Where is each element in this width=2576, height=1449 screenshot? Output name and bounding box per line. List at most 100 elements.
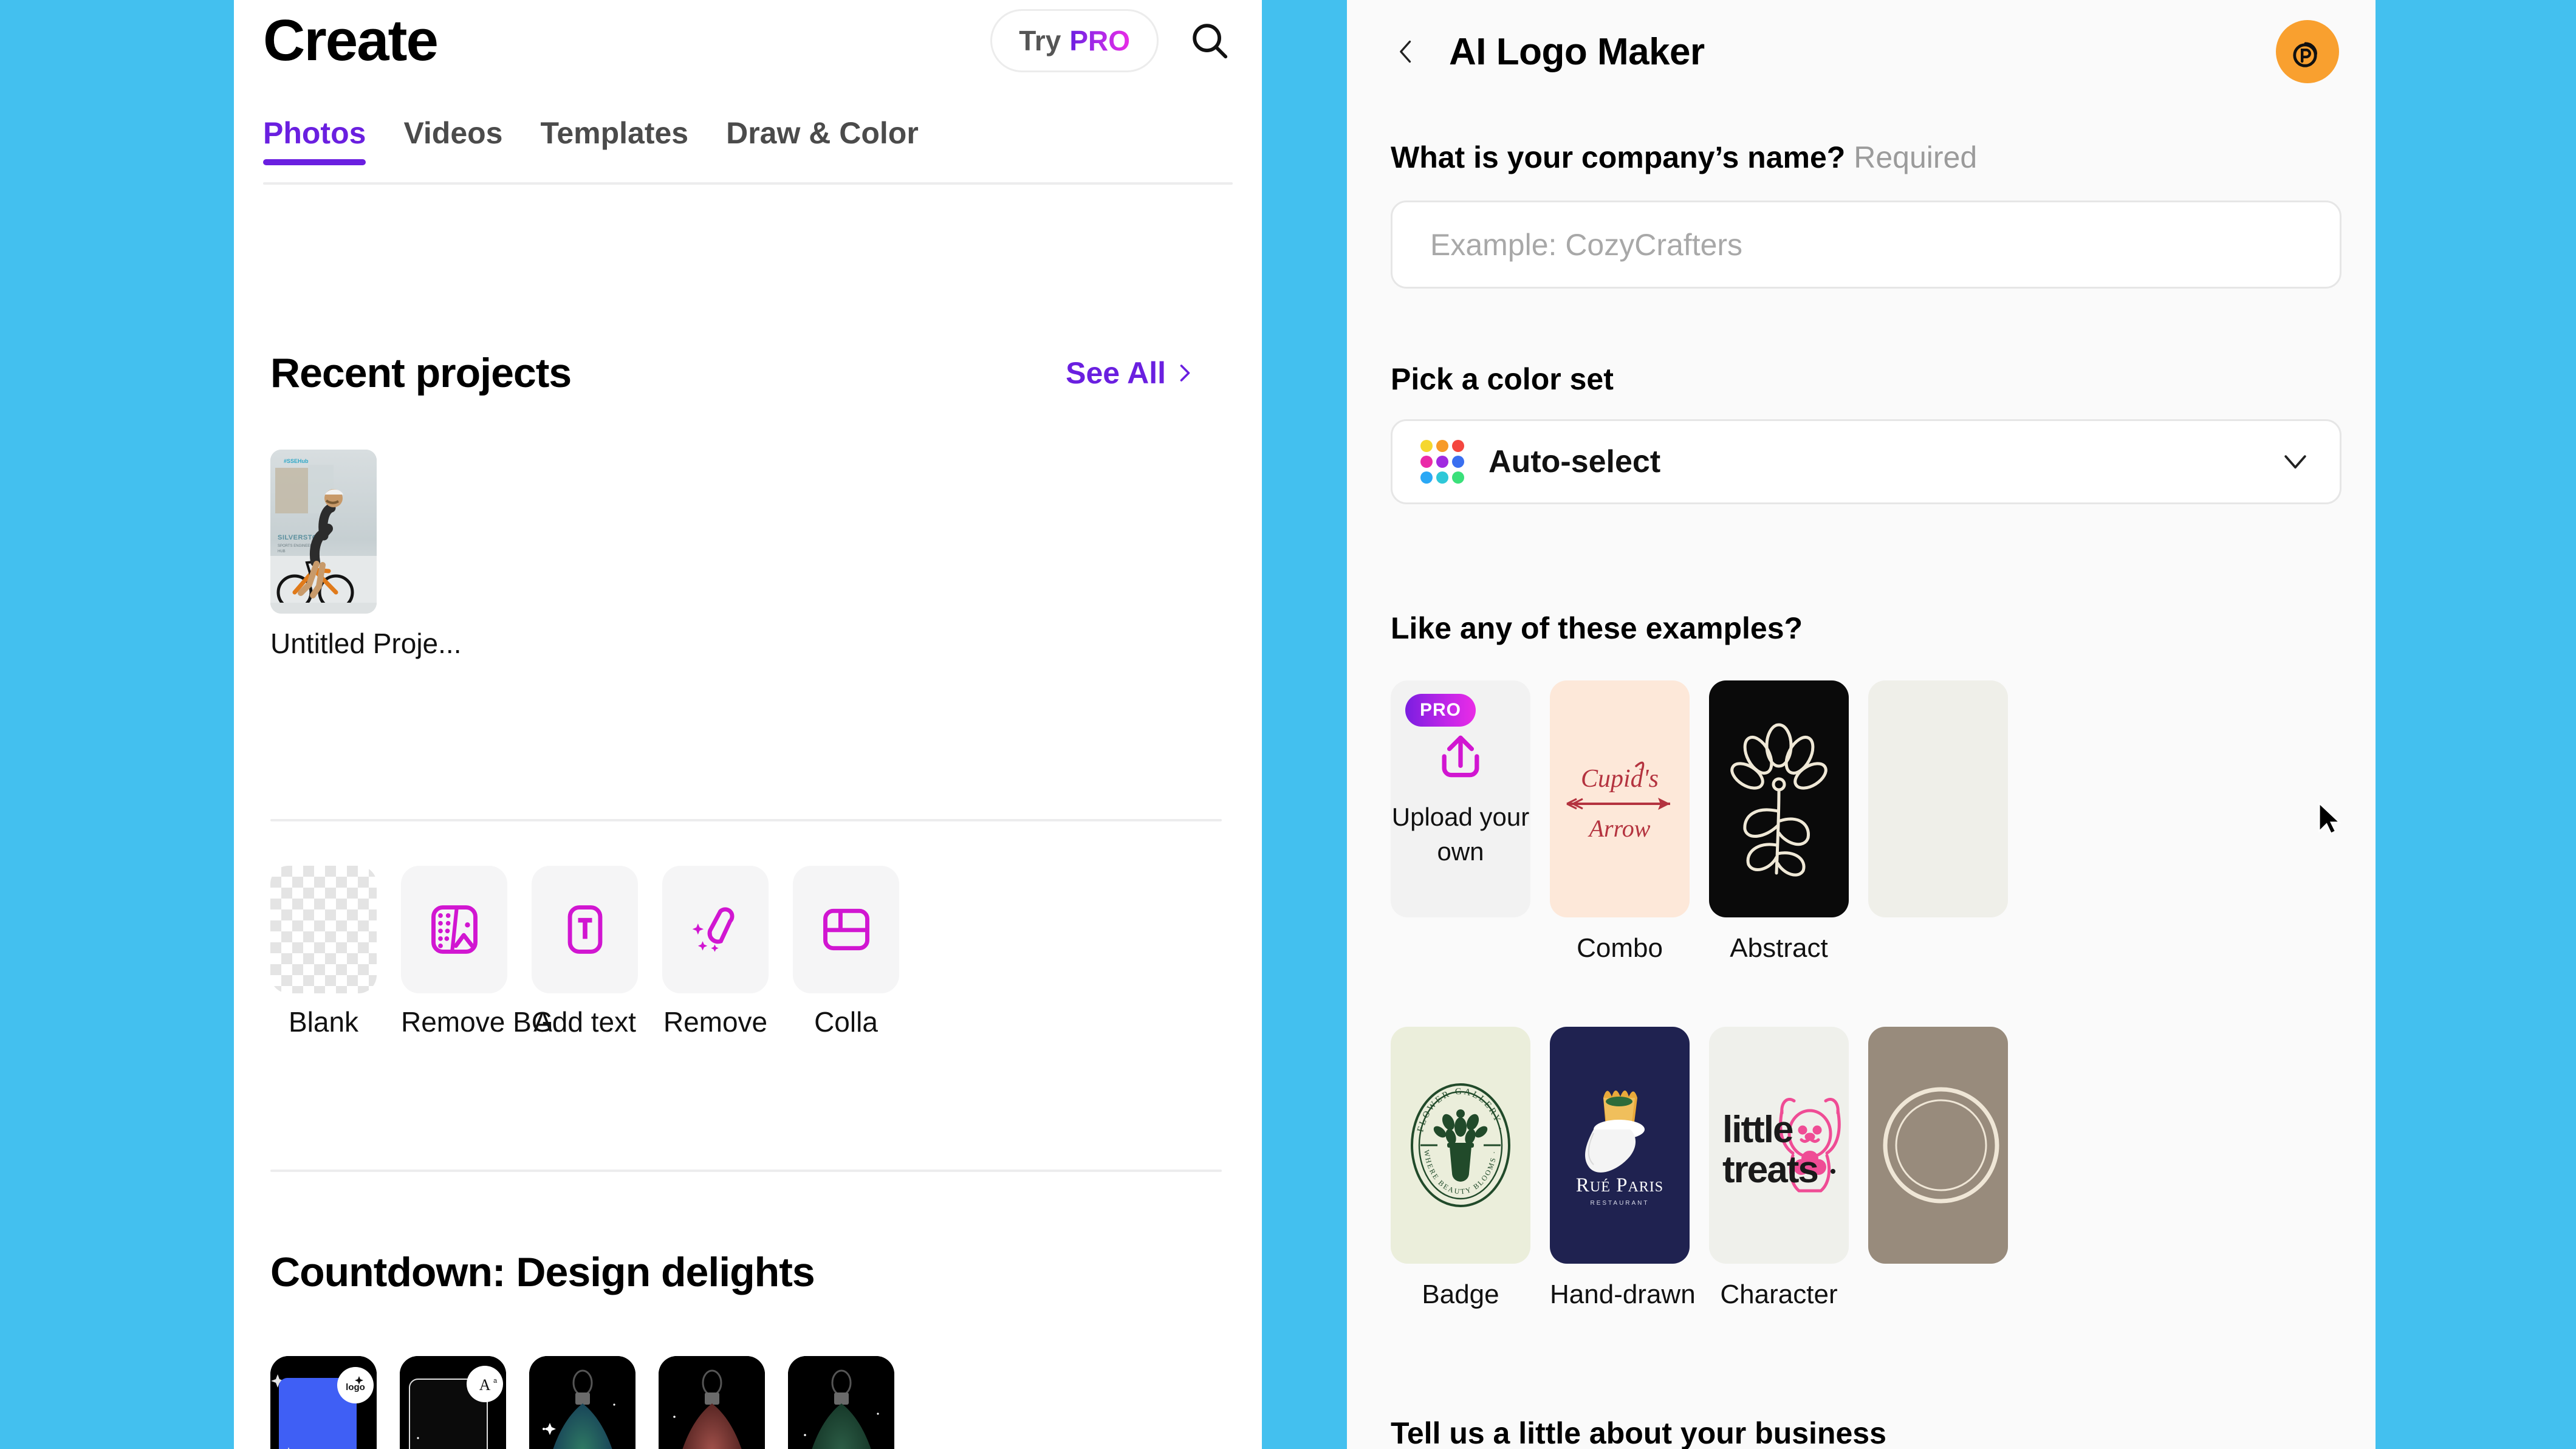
svg-text:RESTAURANT: RESTAURANT [1590,1200,1649,1207]
palette-dot [1436,440,1448,452]
header-actions: Try PRO [990,9,1233,72]
example-partial-two[interactable] [1868,1027,2008,1310]
palette-dot [1420,471,1433,484]
checkerboard-icon[interactable] [270,866,377,993]
palette-dot [1452,456,1464,468]
recent-project-card[interactable]: #SSEHub SILVERSTONE SPORTS ENGINEERING H… [270,450,462,660]
business-question: Tell us a little about your business [1391,1416,1886,1449]
tab-videos[interactable]: Videos [403,115,502,165]
company-question-text: What is your company’s name? [1391,140,1846,174]
palette-dot [1420,440,1433,452]
recent-projects-title: Recent projects [270,350,572,396]
mouse-cursor-icon [2318,801,2341,835]
countdown-card[interactable] [529,1356,635,1449]
required-label: Required [1854,140,1978,174]
palette-dot [1436,456,1448,468]
countdown-row: logo Twinkle A a Aa Aa [270,1356,894,1449]
tool-label: Blank [288,1006,359,1038]
tool-collage[interactable]: Colla [793,866,899,1038]
example-hand-drawn[interactable]: RUÉ PARIS RESTAURANT Hand-drawn [1550,1027,1696,1310]
svg-text:a: a [493,1377,498,1385]
create-header: Create Try PRO [263,7,1233,74]
upload-icon [1442,736,1479,778]
example-abstract[interactable]: Abstract [1709,680,1849,964]
try-pro-prefix: Try [1019,25,1061,57]
logo-maker-header: AI Logo Maker [1391,18,2339,85]
collage-icon [823,908,869,951]
recent-projects-header: Recent projects See All [270,349,1195,397]
svg-text:Arrow: Arrow [1588,815,1651,842]
page-title: Create [263,8,439,73]
upload-own-label: Upload your own [1391,803,1530,866]
countdown-card[interactable] [788,1356,894,1449]
create-tabs: Photos Videos Templates Draw & Color [263,115,919,165]
svg-text:logo: logo [346,1382,365,1392]
tool-remove[interactable]: Remove [662,866,769,1038]
example-badge[interactable]: FLOWER GALLERY · WHERE BEAUTY BLOOMS · B… [1391,1027,1530,1310]
tool-label: Add text [533,1006,636,1038]
countdown-card[interactable] [659,1356,765,1449]
color-palette-icon [1420,440,1464,484]
ai-logo-maker-panel: AI Logo Maker What is your company’s nam… [1347,0,2376,1449]
try-pro-label: PRO [1069,25,1130,57]
tool-label: Remove BG [401,1006,553,1038]
add-text-icon [567,905,602,954]
search-icon[interactable] [1187,18,1233,64]
tab-photos[interactable]: Photos [263,115,366,165]
example-upload-own[interactable]: PRO Upload your own [1391,680,1530,964]
divider-bottom [270,1170,1222,1172]
tab-templates[interactable]: Templates [540,115,688,165]
countdown-title: Countdown: Design delights [270,1249,815,1295]
remove-bg-icon [431,905,478,954]
tool-label: Colla [814,1006,878,1038]
countdown-card[interactable]: A a Aa Aa [400,1356,506,1449]
example-combo[interactable]: Cupid's Arrow Combo [1550,680,1690,964]
create-panel: Create Try PRO Photos Videos Templates D… [234,0,1262,1449]
magic-remove-icon [692,907,734,952]
see-all-label: See All [1066,356,1166,390]
color-set-dropdown[interactable]: Auto-select [1391,419,2341,504]
examples-row-two: FLOWER GALLERY · WHERE BEAUTY BLOOMS · B… [1391,1027,2008,1310]
project-name: Untitled Proje... [270,628,462,659]
color-set-question: Pick a color set [1391,362,1614,396]
color-set-value: Auto-select [1488,444,1661,479]
company-name-input[interactable] [1391,200,2341,289]
palette-dot [1420,456,1433,468]
example-partial-one[interactable] [1868,680,2008,964]
example-character[interactable]: little treats Character [1709,1027,1849,1310]
palette-dot [1436,471,1448,484]
chevron-right-icon [1180,365,1190,382]
tool-blank[interactable]: Blank [270,866,377,1038]
svg-text:treats: treats [1722,1149,1818,1191]
example-label: Combo [1577,933,1663,963]
examples-row-one: PRO Upload your own Cupid's Arrow Combo … [1391,680,2008,964]
company-name-question: What is your company’s name? Required [1391,140,1977,175]
pro-badge: PRO [1405,694,1476,727]
see-all-button[interactable]: See All [1066,355,1195,391]
example-label: Badge [1422,1279,1499,1309]
svg-text:#SSEHub: #SSEHub [284,458,309,464]
divider-middle [270,819,1222,821]
chevron-left-icon[interactable] [1391,32,1422,72]
svg-text:Cupid's: Cupid's [1581,765,1659,793]
svg-text:little: little [1722,1109,1793,1151]
tool-add-text[interactable]: Add text [532,866,638,1038]
divider-top [263,182,1233,185]
tab-draw-color[interactable]: Draw & Color [726,115,919,165]
picsart-logo-icon[interactable] [2276,20,2339,83]
project-thumbnail[interactable]: #SSEHub SILVERSTONE SPORTS ENGINEERING H… [270,450,377,614]
quick-tools-row: Blank Remove BG Add text Remove Colla [270,866,899,1038]
svg-text:RUÉ PARIS: RUÉ PARIS [1576,1174,1663,1196]
palette-dot [1452,471,1464,484]
palette-dot [1452,440,1464,452]
countdown-card[interactable]: logo Twinkle [270,1356,377,1449]
try-pro-button[interactable]: Try PRO [990,9,1159,72]
svg-text:A: A [479,1376,491,1394]
panel-title: AI Logo Maker [1449,30,1705,73]
examples-question: Like any of these examples? [1391,611,1803,645]
screen-root: Create Try PRO Photos Videos Templates D… [0,0,2576,1449]
tool-label: Remove [663,1006,768,1038]
example-label: Hand-drawn [1550,1279,1696,1309]
chevron-down-icon[interactable] [2279,444,2312,480]
tool-remove-bg[interactable]: Remove BG [401,866,553,1038]
